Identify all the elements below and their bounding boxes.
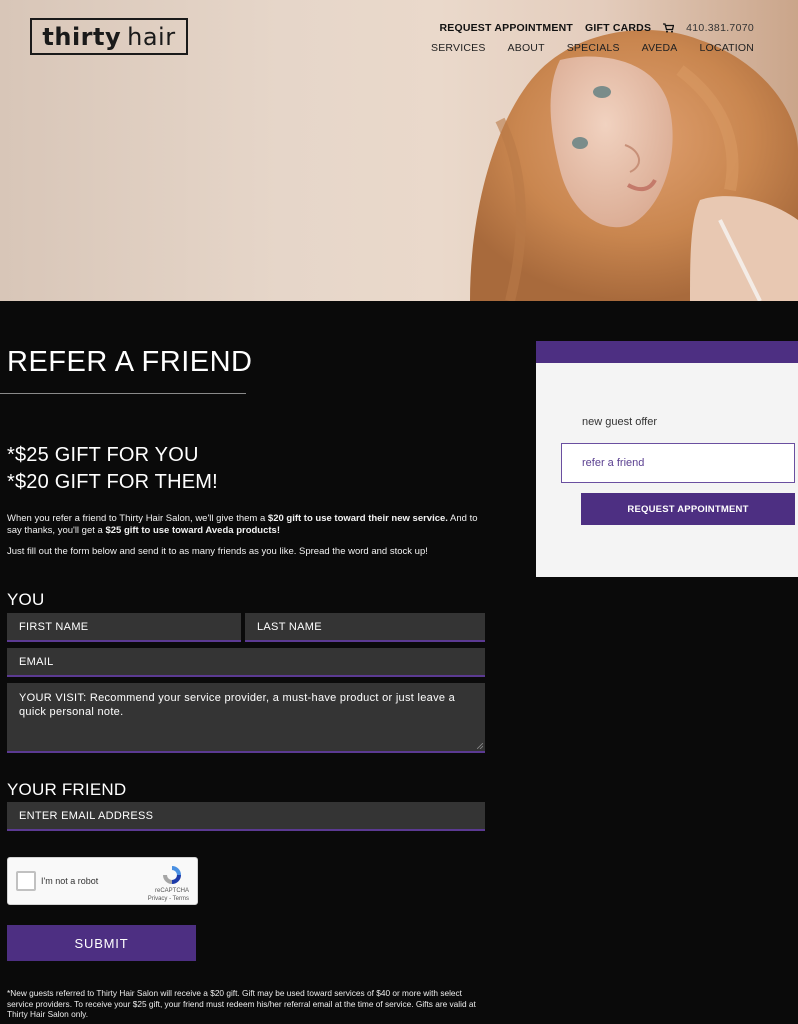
intro-text-a: When you refer a friend to Thirty Hair S…: [7, 513, 268, 524]
recaptcha-brand: reCAPTCHA Privacy - Terms: [148, 887, 189, 903]
nav-item-aveda[interactable]: AVEDA: [642, 42, 678, 54]
hero-banner: thirty hair REQUEST APPOINTMENT GIFT CAR…: [0, 0, 798, 301]
intro-text-b: $20 gift to use toward their new service…: [267, 513, 448, 524]
instructions-paragraph: Just fill out the form below and send it…: [7, 546, 428, 557]
logo-text-bold: thirty: [42, 22, 122, 51]
visit-note-placeholder: YOUR VISIT: Recommend your service provi…: [19, 692, 456, 718]
widget-request-appointment-button[interactable]: REQUEST APPOINTMENT: [581, 493, 795, 525]
last-name-field[interactable]: LAST NAME: [245, 613, 485, 642]
nav-item-location[interactable]: LOCATION: [700, 42, 755, 54]
recaptcha-privacy-terms-link[interactable]: Privacy - Terms: [148, 895, 189, 903]
appointment-widget: new guest offer refer a friend REQUEST A…: [536, 341, 798, 577]
intro-paragraph: When you refer a friend to Thirty Hair S…: [7, 513, 487, 537]
logo-text: hair: [127, 22, 176, 51]
gift-cards-link[interactable]: GIFT CARDS: [585, 22, 651, 34]
friend-section-label: YOUR FRIEND: [7, 780, 127, 799]
nav-item-services[interactable]: SERVICES: [431, 42, 486, 54]
visit-note-textarea[interactable]: YOUR VISIT: Recommend your service provi…: [7, 683, 485, 753]
nav-item-about[interactable]: ABOUT: [508, 42, 545, 54]
recaptcha-icon: [163, 866, 181, 884]
resize-handle-icon[interactable]: [477, 743, 483, 749]
utility-nav: REQUEST APPOINTMENT GIFT CARDS 410.381.7…: [439, 22, 754, 34]
gift-for-you: *$25 GIFT FOR YOU: [7, 444, 199, 466]
phone-link[interactable]: 410.381.7070: [686, 22, 754, 34]
recaptcha-widget: I'm not a robot reCAPTCHA Privacy - Term…: [7, 857, 198, 905]
site-logo[interactable]: thirty hair: [30, 18, 188, 55]
intro-text-d: $25 gift to use toward Aveda products!: [105, 525, 280, 536]
main-nav: SERVICES ABOUT SPECIALS AVEDA LOCATION: [431, 42, 754, 54]
submit-button[interactable]: SUBMIT: [7, 925, 196, 961]
new-guest-offer-label: new guest offer: [582, 416, 658, 428]
request-appointment-link[interactable]: REQUEST APPOINTMENT: [439, 22, 573, 34]
nav-item-specials[interactable]: SPECIALS: [567, 42, 620, 54]
widget-header-bar: [536, 341, 798, 363]
friend-email-field[interactable]: ENTER EMAIL ADDRESS: [7, 802, 485, 831]
title-divider: [0, 393, 246, 394]
recaptcha-brand-name: reCAPTCHA: [154, 888, 189, 894]
cart-icon[interactable]: [663, 23, 675, 33]
you-section-label: YOU: [7, 590, 45, 609]
gift-for-them: *$20 GIFT FOR THEM!: [7, 471, 218, 493]
fine-print: *New guests referred to Thirty Hair Salo…: [7, 988, 476, 1019]
first-name-field[interactable]: FIRST NAME: [7, 613, 241, 642]
recaptcha-label: I'm not a robot: [41, 876, 99, 886]
offer-select[interactable]: refer a friend: [561, 443, 795, 483]
email-field[interactable]: EMAIL: [7, 648, 485, 677]
recaptcha-checkbox[interactable]: [16, 871, 36, 891]
page-title: REFER A FRIEND: [7, 346, 253, 378]
